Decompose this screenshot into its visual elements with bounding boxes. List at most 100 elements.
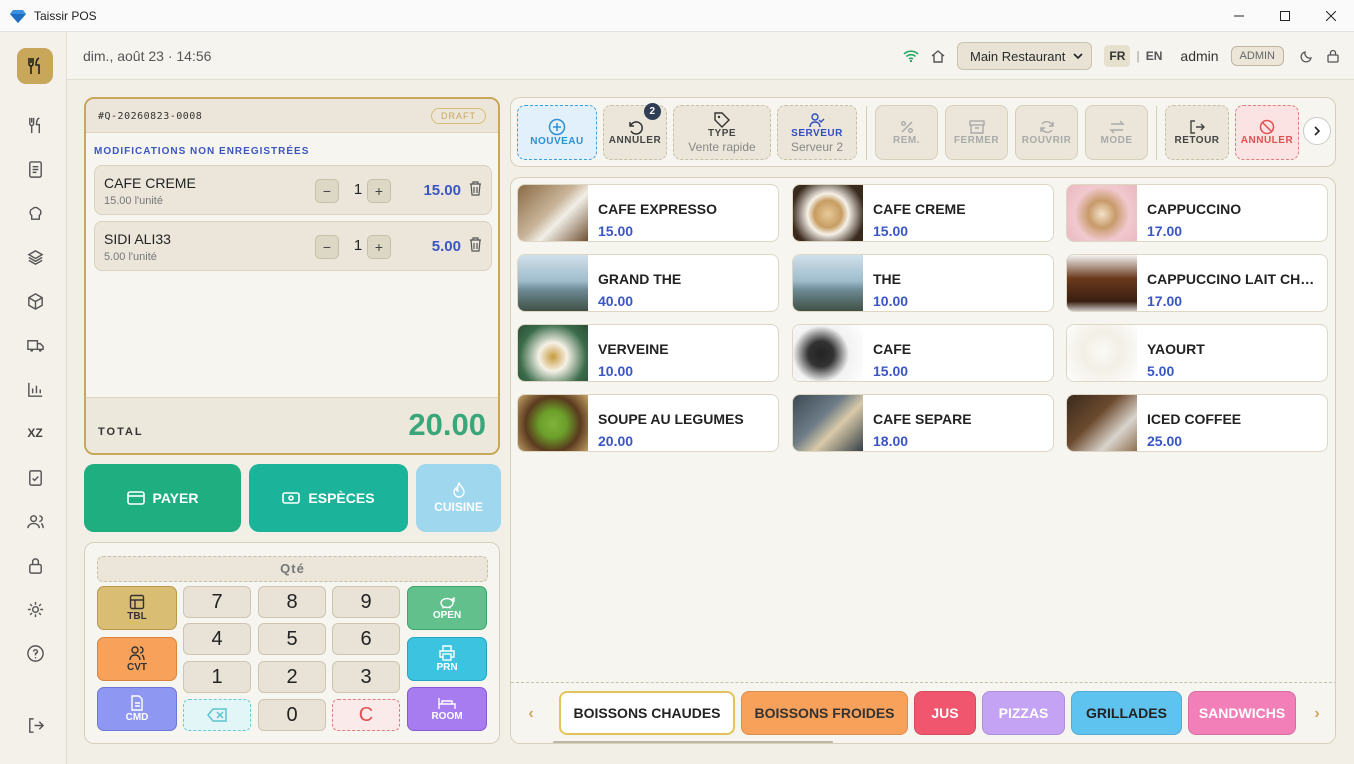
cash-button[interactable]: ESPÈCES bbox=[249, 464, 408, 532]
table-button[interactable]: TBL bbox=[97, 586, 177, 630]
maximize-icon[interactable] bbox=[1262, 0, 1308, 32]
category-tab[interactable]: PIZZAS bbox=[982, 691, 1065, 735]
product-card[interactable]: YAOURT 5.00 bbox=[1066, 324, 1328, 382]
product-card[interactable]: THE 10.00 bbox=[792, 254, 1054, 312]
return-button[interactable]: RETOUR bbox=[1165, 105, 1229, 160]
key-9[interactable]: 9 bbox=[332, 586, 400, 618]
key-3[interactable]: 3 bbox=[332, 661, 400, 693]
room-label: ROOM bbox=[431, 711, 463, 722]
cancel-order-label: ANNULER bbox=[1240, 135, 1294, 146]
increase-button[interactable]: + bbox=[367, 179, 391, 203]
truck-icon[interactable] bbox=[22, 332, 48, 358]
category-tab[interactable]: BOISSONS CHAUDES bbox=[559, 691, 735, 735]
product-image bbox=[518, 185, 588, 241]
backspace-button[interactable] bbox=[183, 699, 251, 731]
reopen-button[interactable]: ROUVRIR bbox=[1015, 105, 1078, 160]
product-card[interactable]: CAPPUCCINO LAIT CHOCOLAT 17.00 bbox=[1066, 254, 1328, 312]
key-2[interactable]: 2 bbox=[258, 661, 326, 693]
order-line[interactable]: SIDI ALI33 5.00 l'unité − 1 + 5.00 bbox=[94, 221, 492, 271]
help-icon[interactable] bbox=[22, 640, 48, 666]
cancel-order-button[interactable]: ANNULER bbox=[1235, 105, 1299, 160]
product-card[interactable]: CAFE 15.00 bbox=[792, 324, 1054, 382]
logout-icon[interactable] bbox=[22, 712, 48, 738]
mode-button[interactable]: MODE bbox=[1085, 105, 1148, 160]
key-8[interactable]: 8 bbox=[258, 586, 326, 618]
order-line[interactable]: CAFE CREME 15.00 l'unité − 1 + 15.00 bbox=[94, 165, 492, 215]
product-card[interactable]: CAFE EXPRESSO 15.00 bbox=[517, 184, 779, 242]
chevron-right-icon[interactable] bbox=[1303, 117, 1331, 145]
room-button[interactable]: ROOM bbox=[407, 687, 487, 731]
users-icon[interactable] bbox=[22, 508, 48, 534]
cash-label: ESPÈCES bbox=[308, 490, 375, 506]
moon-icon[interactable] bbox=[1300, 49, 1314, 63]
home-icon[interactable] bbox=[931, 49, 945, 63]
server-button[interactable]: SERVEUR Serveur 2 bbox=[777, 105, 857, 160]
language-switch: FR | EN bbox=[1104, 45, 1162, 67]
discount-button[interactable]: REM. bbox=[875, 105, 938, 160]
qty-display: Qté bbox=[97, 556, 488, 582]
trash-icon[interactable] bbox=[469, 181, 482, 201]
product-card[interactable]: CAFE CREME 15.00 bbox=[792, 184, 1054, 242]
fork-knife-icon bbox=[28, 57, 40, 74]
chevron-left-icon[interactable]: ‹ bbox=[511, 683, 551, 743]
close-icon[interactable] bbox=[1308, 0, 1354, 32]
clipboard-check-icon[interactable] bbox=[22, 464, 48, 490]
key-6[interactable]: 6 bbox=[332, 623, 400, 655]
product-card[interactable]: GRAND THE 40.00 bbox=[517, 254, 779, 312]
chef-hat-icon[interactable] bbox=[22, 200, 48, 226]
product-card[interactable]: CAPPUCCINO 17.00 bbox=[1066, 184, 1328, 242]
key-7[interactable]: 7 bbox=[183, 586, 251, 618]
box-icon[interactable] bbox=[22, 288, 48, 314]
document-icon bbox=[131, 695, 143, 711]
app-logo[interactable] bbox=[17, 48, 53, 84]
close-order-button[interactable]: FERMER bbox=[945, 105, 1008, 160]
keypad: Qté TBL CVT CMD 7 8 9 4 5 6 1 2 3 0 C OP… bbox=[84, 542, 500, 744]
category-tab[interactable]: BOISSONS FROIDES bbox=[741, 691, 908, 735]
restaurant-select[interactable]: Main Restaurant bbox=[956, 42, 1093, 70]
key-4[interactable]: 4 bbox=[183, 623, 251, 655]
product-price: 5.00 bbox=[1147, 363, 1175, 379]
key-0[interactable]: 0 bbox=[258, 699, 326, 731]
kitchen-button[interactable]: CUISINE bbox=[416, 464, 501, 532]
scrollbar[interactable] bbox=[553, 741, 833, 743]
key-1[interactable]: 1 bbox=[183, 661, 251, 693]
category-tab[interactable]: SANDWICHS bbox=[1188, 691, 1296, 735]
lang-en[interactable]: EN bbox=[1146, 49, 1163, 63]
undo-button[interactable]: 2 ANNULER bbox=[603, 103, 667, 160]
category-tab[interactable]: GRILLADES bbox=[1071, 691, 1182, 735]
lock-icon[interactable] bbox=[22, 552, 48, 578]
xz-report-icon[interactable]: XZ bbox=[22, 420, 48, 446]
new-order-button[interactable]: NOUVEAU bbox=[517, 105, 597, 160]
covers-button[interactable]: CVT bbox=[97, 637, 177, 681]
lang-fr[interactable]: FR bbox=[1104, 45, 1131, 67]
lock-icon[interactable] bbox=[1326, 49, 1340, 63]
increase-button[interactable]: + bbox=[367, 235, 391, 259]
product-card[interactable]: CAFE SEPARE 18.00 bbox=[792, 394, 1054, 452]
product-price: 25.00 bbox=[1147, 433, 1183, 449]
open-drawer-button[interactable]: OPEN bbox=[407, 586, 487, 630]
pay-button[interactable]: PAYER bbox=[84, 464, 241, 532]
product-card[interactable]: SOUPE AU LEGUMES 20.00 bbox=[517, 394, 779, 452]
command-button[interactable]: CMD bbox=[97, 687, 177, 731]
key-5[interactable]: 5 bbox=[258, 623, 326, 655]
reopen-label: ROUVRIR bbox=[1021, 135, 1072, 146]
product-card[interactable]: VERVEINE 10.00 bbox=[517, 324, 779, 382]
product-card[interactable]: ICED COFFEE 25.00 bbox=[1066, 394, 1328, 452]
fork-knife-icon[interactable] bbox=[22, 112, 48, 138]
return-label: RETOUR bbox=[1174, 135, 1220, 146]
order-type-button[interactable]: TYPE Vente rapide bbox=[673, 105, 771, 160]
clear-button[interactable]: C bbox=[332, 699, 400, 731]
minimize-icon[interactable] bbox=[1216, 0, 1262, 32]
decrease-button[interactable]: − bbox=[315, 179, 339, 203]
receipt-icon[interactable] bbox=[22, 156, 48, 182]
decrease-button[interactable]: − bbox=[315, 235, 339, 259]
chart-icon[interactable] bbox=[22, 376, 48, 402]
trash-icon[interactable] bbox=[469, 237, 482, 257]
product-grid: CAFE EXPRESSO 15.00 CAFE CREME 15.00 CAPPUCC… bbox=[510, 177, 1336, 744]
chevron-right-icon[interactable]: › bbox=[1297, 683, 1335, 743]
line-qty: 1 bbox=[353, 237, 363, 254]
layers-icon[interactable] bbox=[22, 244, 48, 270]
print-button[interactable]: PRN bbox=[407, 637, 487, 681]
category-tab[interactable]: JUS bbox=[914, 691, 976, 735]
gear-icon[interactable] bbox=[22, 596, 48, 622]
